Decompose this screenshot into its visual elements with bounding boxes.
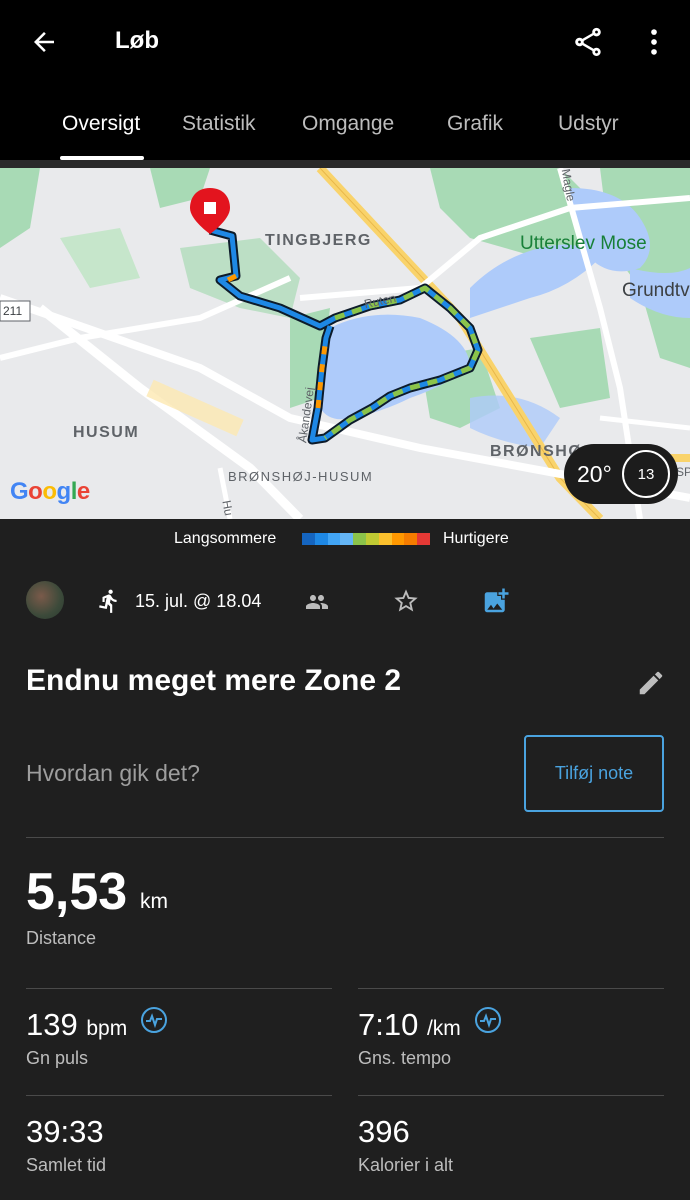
calories-value: 396 — [358, 1114, 410, 1149]
heart-rate-chart-icon[interactable] — [140, 1006, 168, 1034]
route-map[interactable]: TINGBJERG Utterslev Mose Grundtv HUSUM B… — [0, 168, 690, 519]
legend-swatch — [314, 533, 328, 545]
divider — [358, 1095, 664, 1096]
divider — [358, 988, 664, 989]
legend-swatch — [391, 533, 405, 545]
pace-number: 7:10 — [358, 1007, 419, 1042]
legend-faster: Hurtigere — [443, 530, 509, 547]
wind-speed: 13 — [637, 465, 655, 483]
legend-swatch — [302, 533, 315, 545]
heart-rate-label: Gn puls — [26, 1048, 89, 1068]
map-label: 211 — [3, 304, 23, 318]
total-time-label: Samlet tid — [26, 1155, 107, 1175]
legend-slower: Langsommere — [174, 530, 277, 547]
legend-swatch — [353, 533, 366, 545]
heart-rate-number: 139 — [26, 1007, 78, 1042]
add-note-button[interactable]: Tilføj note — [524, 735, 664, 812]
arrow-back-icon[interactable] — [24, 22, 64, 62]
distance-label: Distance — [26, 928, 97, 948]
map-label: Utterslev Mose — [520, 233, 647, 254]
tab-grafik[interactable]: Grafik — [447, 112, 503, 136]
tab-statistik[interactable]: Statistik — [182, 112, 256, 136]
map-label: Grundtv — [622, 280, 690, 301]
activity-title: Endnu meget mere Zone 2 — [26, 664, 402, 697]
distance-value: 5,53 — [26, 863, 128, 921]
people-icon[interactable] — [304, 590, 330, 614]
add-photo-icon[interactable] — [481, 586, 511, 616]
temperature: 20° — [577, 460, 612, 487]
pace-label: Gns. tempo — [358, 1048, 452, 1068]
pace-chart-icon[interactable] — [474, 1006, 502, 1034]
heart-rate-unit: bpm — [86, 1017, 128, 1040]
share-icon[interactable] — [568, 20, 608, 64]
legend-swatch — [340, 533, 354, 545]
tab-oversigt[interactable]: Oversigt — [62, 112, 140, 136]
legend-swatch — [365, 533, 379, 545]
note-prompt: Hvordan gik det? — [26, 760, 200, 786]
wind-icon: 13 — [622, 450, 670, 498]
tab-omgange[interactable]: Omgange — [302, 112, 394, 136]
legend-swatch — [404, 533, 418, 545]
divider — [26, 837, 664, 838]
page-title: Løb — [115, 27, 159, 54]
heart-rate-value: 139 bpm — [26, 1007, 127, 1043]
map-label: HUSUM — [73, 424, 140, 441]
divider — [26, 1095, 332, 1096]
app-bar: Løb Oversigt Statistik Omgange Grafik Ud… — [0, 0, 690, 160]
legend-swatch — [417, 533, 430, 545]
legend-swatch — [327, 533, 341, 545]
pace-legend: Langsommere Hurtigere — [0, 530, 690, 550]
map-label: TINGBJERG — [265, 232, 372, 249]
legend-swatch — [378, 533, 392, 545]
google-logo: Google — [10, 478, 90, 505]
map-label: Hu — [219, 499, 236, 517]
distance-unit: km — [140, 890, 168, 913]
divider — [0, 160, 690, 168]
running-icon — [99, 589, 117, 613]
pace-value: 7:10 /km — [358, 1007, 461, 1043]
map-label: BRØNSHØJ-HUSUM — [228, 469, 374, 484]
pace-unit: /km — [426, 1017, 461, 1040]
edit-icon[interactable] — [636, 668, 666, 698]
divider — [26, 988, 332, 989]
activity-date: 15. jul. @ 18.04 — [135, 591, 262, 611]
star-icon[interactable] — [392, 587, 420, 615]
weather-badge: 20° 13 — [564, 444, 678, 504]
more-vert-icon[interactable] — [636, 20, 672, 64]
map-label: SP — [676, 465, 690, 479]
tab-udstyr[interactable]: Udstyr — [558, 112, 619, 136]
total-time-value: 39:33 — [26, 1114, 104, 1149]
avatar[interactable] — [26, 581, 64, 619]
legend-gradient — [302, 533, 430, 545]
calories-label: Kalorier i alt — [358, 1155, 454, 1175]
